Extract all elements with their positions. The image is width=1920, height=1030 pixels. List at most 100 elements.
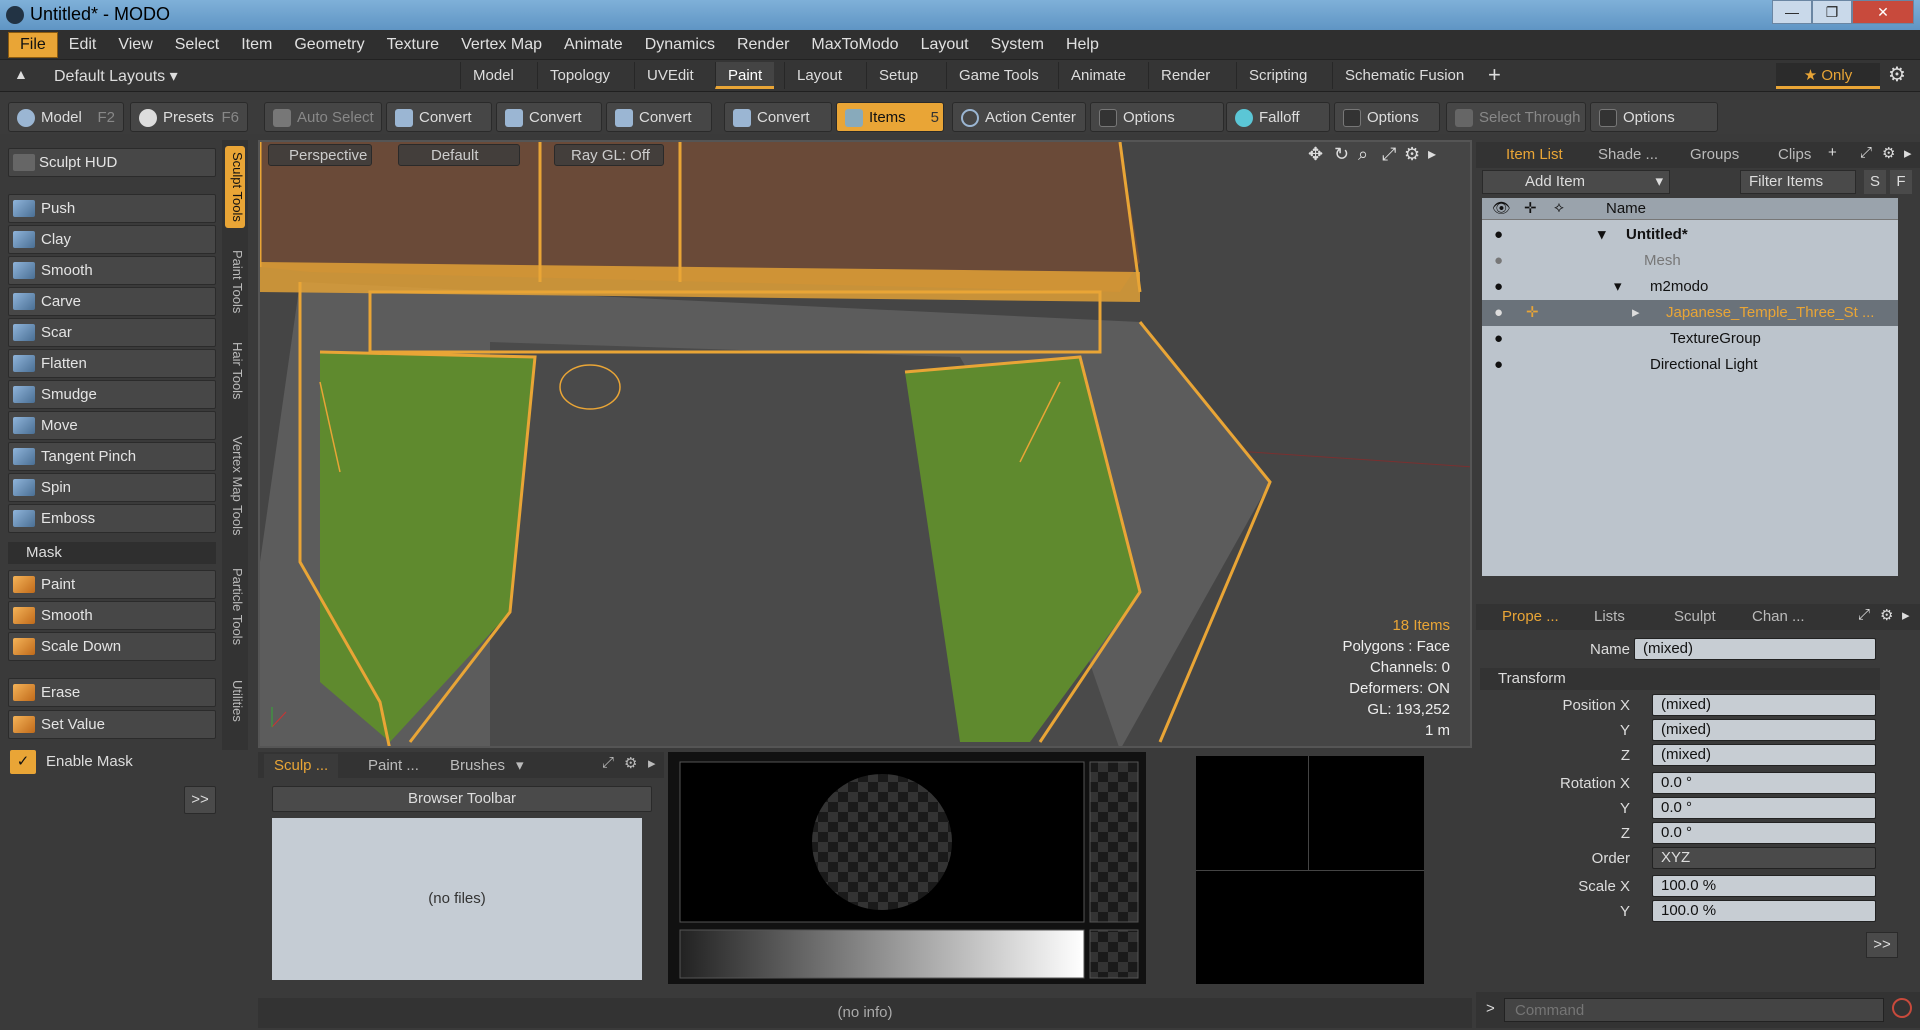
tree-row-japanese-temple[interactable]: ● ✛ ▸ Japanese_Temple_Three_St ... <box>1482 300 1898 326</box>
eye-icon[interactable]: ● <box>1494 248 1503 274</box>
scale-y-field[interactable]: 100.0 % <box>1652 900 1876 922</box>
tab-sculpt-browser[interactable]: Sculp ... <box>264 754 339 778</box>
tree-row-mesh[interactable]: ● Mesh <box>1486 248 1906 274</box>
vtab-particle-tools[interactable]: Particle Tools <box>225 562 245 651</box>
presets-button[interactable]: Presets F6 <box>130 102 248 132</box>
tool-smudge[interactable]: Smudge <box>8 380 216 409</box>
tree-row-untitled[interactable]: ● ▾ Untitled* <box>1486 222 1906 248</box>
tree-row-directional-light[interactable]: ● Directional Light <box>1486 352 1906 378</box>
tool-flatten[interactable]: Flatten <box>8 349 216 378</box>
tab-clips[interactable]: Clips <box>1766 142 1823 168</box>
tool-spin[interactable]: Spin <box>8 473 216 502</box>
eye-icon[interactable]: ● <box>1494 352 1503 378</box>
3d-viewport[interactable] <box>258 140 1472 748</box>
maximize-icon[interactable]: ⤢ <box>602 754 614 771</box>
menu-edit[interactable]: Edit <box>58 30 108 60</box>
viewport-menu-icon[interactable]: ▸ <box>1428 144 1436 164</box>
menu-render[interactable]: Render <box>726 30 800 60</box>
menu-vertex-map[interactable]: Vertex Map <box>450 30 553 60</box>
search-icon[interactable]: S <box>1864 170 1886 194</box>
rotate-view-icon[interactable]: ↻ <box>1334 144 1349 165</box>
command-input[interactable] <box>1504 998 1884 1022</box>
vtab-vertex-map-tools[interactable]: Vertex Map Tools <box>225 430 245 541</box>
file-list-area[interactable]: (no files) <box>272 818 642 980</box>
mask-scale-down[interactable]: Scale Down <box>8 632 216 661</box>
eye-icon[interactable]: ● <box>1494 300 1503 326</box>
tool-clay[interactable]: Clay <box>8 225 216 254</box>
model-preset-button[interactable]: Model F2 <box>8 102 124 132</box>
tab-setup[interactable]: Setup <box>866 62 930 89</box>
mask-section-header[interactable]: Mask <box>8 542 216 564</box>
maximize-icon[interactable]: ⤢ <box>1858 606 1870 623</box>
tool-move[interactable]: Move <box>8 411 216 440</box>
tool-scar[interactable]: Scar <box>8 318 216 347</box>
zoom-view-icon[interactable]: ⌕ <box>1358 144 1368 165</box>
tab-topology[interactable]: Topology <box>537 62 622 89</box>
maximize-view-icon[interactable]: ⤢ <box>1382 144 1396 165</box>
tab-channels[interactable]: Chan ... <box>1740 604 1817 630</box>
convert-button-1[interactable]: Convert <box>386 102 492 132</box>
menu-maxtomodo[interactable]: MaxToModo <box>800 30 909 60</box>
shading-style-dropdown[interactable]: Default <box>398 144 520 166</box>
tab-paint[interactable]: Paint <box>715 62 775 89</box>
falloff-button[interactable]: Falloff <box>1226 102 1330 132</box>
vtab-hair-tools[interactable]: Hair Tools <box>225 336 245 406</box>
tab-sculpt[interactable]: Sculpt <box>1662 604 1728 630</box>
name-field[interactable]: (mixed) <box>1634 638 1876 660</box>
tab-uvedit[interactable]: UVEdit <box>634 62 706 89</box>
panel-menu-icon[interactable]: ▸ <box>1902 606 1910 624</box>
add-tab-button[interactable]: + <box>1488 62 1501 88</box>
tab-animate[interactable]: Animate <box>1058 62 1138 89</box>
tree-row-m2modo[interactable]: ● ▾ m2modo <box>1486 274 1906 300</box>
auto-select-button[interactable]: Auto Select <box>264 102 382 132</box>
eye-icon[interactable]: ● <box>1494 274 1503 300</box>
tab-model[interactable]: Model <box>460 62 526 89</box>
expand-arrow-icon[interactable]: ▾ <box>1614 274 1622 300</box>
filter-items-input[interactable]: Filter Items <box>1740 170 1856 194</box>
menu-animate[interactable]: Animate <box>553 30 634 60</box>
tool-tangent-pinch[interactable]: Tangent Pinch <box>8 442 216 471</box>
menu-help[interactable]: Help <box>1055 30 1110 60</box>
position-z-field[interactable]: (mixed) <box>1652 744 1876 766</box>
tab-schematic-fusion[interactable]: Schematic Fusion <box>1332 62 1476 89</box>
move-view-icon[interactable]: ✥ <box>1308 144 1323 165</box>
tab-game-tools[interactable]: Game Tools <box>946 62 1051 89</box>
default-layouts-dropdown[interactable]: Default Layouts ▾ <box>54 66 178 86</box>
layout-arrow-icon[interactable]: ▲ <box>14 66 28 82</box>
tree-row-texturegroup[interactable]: ● TextureGroup <box>1486 326 1906 352</box>
scale-x-field[interactable]: 100.0 % <box>1652 875 1876 897</box>
rotation-y-field[interactable]: 0.0 ° <box>1652 797 1876 819</box>
lock-icon[interactable]: ✛ <box>1526 300 1539 326</box>
vtab-sculpt-tools[interactable]: Sculpt Tools <box>225 146 245 228</box>
sculpt-hud-button[interactable]: Sculpt HUD <box>8 148 216 177</box>
select-options-button[interactable]: Options <box>1590 102 1718 132</box>
vtab-paint-tools[interactable]: Paint Tools <box>225 244 245 319</box>
action-center-button[interactable]: Action Center <box>952 102 1086 132</box>
viewport-gear-icon[interactable]: ⚙ <box>1404 144 1420 165</box>
menu-view[interactable]: View <box>107 30 163 60</box>
transform-section-header[interactable]: Transform <box>1480 668 1880 690</box>
close-button[interactable]: ✕ <box>1852 0 1914 24</box>
menu-file[interactable]: File <box>8 32 58 58</box>
mask-paint[interactable]: Paint <box>8 570 216 599</box>
menu-layout[interactable]: Layout <box>910 30 980 60</box>
action-center-options-button[interactable]: Options <box>1090 102 1224 132</box>
tab-paint-browser[interactable]: Paint ... <box>358 754 429 778</box>
position-x-field[interactable]: (mixed) <box>1652 694 1876 716</box>
gear-icon[interactable]: ⚙ <box>1882 144 1895 162</box>
tool-smooth[interactable]: Smooth <box>8 256 216 285</box>
tool-push[interactable]: Push <box>8 194 216 223</box>
rotation-z-field[interactable]: 0.0 ° <box>1652 822 1876 844</box>
position-y-field[interactable]: (mixed) <box>1652 719 1876 741</box>
convert-button-4[interactable]: Convert <box>724 102 832 132</box>
record-icon[interactable] <box>1892 998 1912 1018</box>
maximize-icon[interactable]: ⤢ <box>1860 144 1872 161</box>
panel-menu-icon[interactable]: ▸ <box>648 754 656 772</box>
eye-icon[interactable]: ● <box>1494 222 1503 248</box>
raygl-toggle[interactable]: Ray GL: Off <box>554 144 664 166</box>
gear-icon[interactable]: ⚙ <box>624 754 637 772</box>
item-list-tree[interactable]: 👁 ✛ ⟡ Name ● ▾ Untitled* ● Mesh ● ▾ m2modo ● ✛… <box>1482 198 1898 576</box>
mask-smooth[interactable]: Smooth <box>8 601 216 630</box>
maximize-button[interactable]: ❐ <box>1812 0 1852 24</box>
mask-set-value[interactable]: Set Value <box>8 710 216 739</box>
